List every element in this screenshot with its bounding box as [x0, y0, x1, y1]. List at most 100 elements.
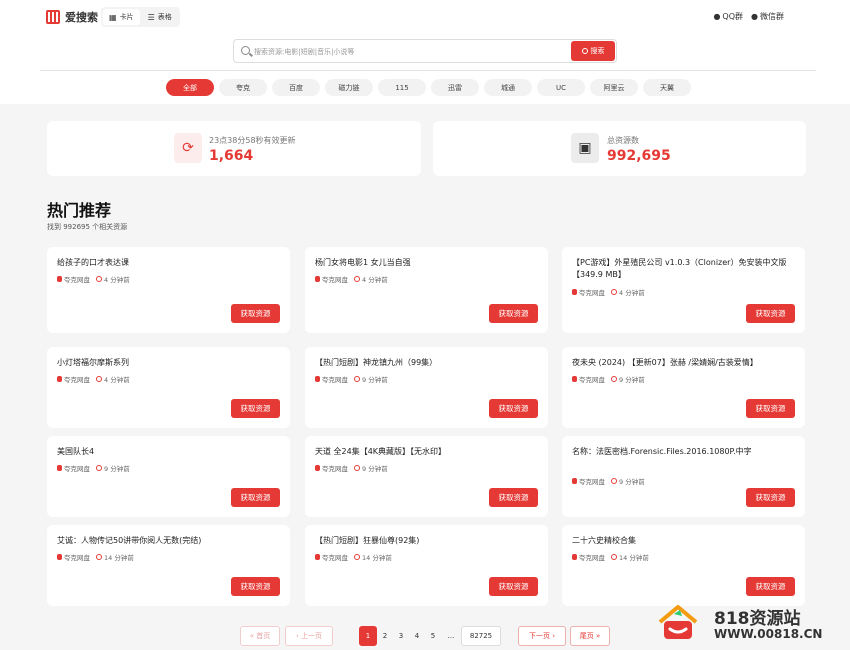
resource-title[interactable]: 艾诚：人物传记50讲带你阅人无数(完结) [57, 535, 282, 547]
view-toggle: ▦ 卡片 ☰ 表格 [101, 7, 180, 27]
page-3[interactable]: 3 [393, 626, 409, 646]
resource-source-label: 夸克网盘 [322, 554, 348, 562]
get-resource-button[interactable]: 获取资源 [231, 399, 280, 418]
wechat-group-label: 微信群 [760, 12, 784, 21]
resource-time-label: 9 分钟前 [619, 478, 645, 486]
resource-card: 杨门女将电影1 女儿当自强夸克网盘 4 分钟前获取资源 [305, 247, 548, 333]
clock-icon [611, 554, 617, 560]
resource-title[interactable]: 小灯塔福尔摩斯系列 [57, 357, 282, 369]
resource-source: 夸克网盘 [57, 374, 90, 384]
view-table-label: 表格 [157, 13, 172, 21]
resource-time: 4 分钟前 [96, 274, 130, 284]
resource-source-label: 夸克网盘 [322, 276, 348, 284]
filter-chengtong[interactable]: 城通 [484, 79, 532, 96]
get-resource-button[interactable]: 获取资源 [489, 577, 538, 596]
page-4[interactable]: 4 [409, 626, 425, 646]
resource-time-label: 4 分钟前 [104, 276, 130, 284]
wechat-group-link[interactable]: ● 微信群 [751, 11, 784, 22]
filter-115[interactable]: 115 [378, 79, 426, 96]
filter-all[interactable]: 全部 [166, 79, 214, 96]
clock-icon [96, 276, 102, 282]
filter-tianyi[interactable]: 天翼 [643, 79, 691, 96]
resource-time-label: 4 分钟前 [104, 376, 130, 384]
resource-title[interactable]: 【热门短剧】狂暴仙尊(92集) [315, 535, 540, 547]
search-box: 搜索 [233, 39, 617, 63]
page-1[interactable]: 1 [359, 626, 377, 646]
page-5[interactable]: 5 [425, 626, 441, 646]
clock-icon [354, 376, 360, 382]
database-icon [572, 376, 577, 382]
page-prev-button[interactable]: ‹ 上一页 [285, 626, 333, 646]
resource-time-label: 9 分钟前 [104, 465, 130, 473]
resource-source-label: 夸克网盘 [64, 554, 90, 562]
search-button[interactable]: 搜索 [571, 41, 615, 61]
view-table-button[interactable]: ☰ 表格 [142, 9, 178, 25]
resource-title[interactable]: 美国队长4 [57, 446, 282, 458]
resource-time: 9 分钟前 [96, 463, 130, 473]
resource-source: 夸克网盘 [57, 463, 90, 473]
resource-time: 4 分钟前 [611, 287, 645, 297]
stat-total-label: 总资源数 [607, 136, 639, 145]
resource-title[interactable]: 天道 全24集【4K典藏版】【无水印】 [315, 446, 540, 458]
resource-title[interactable]: 给孩子的口才表达课 [57, 257, 282, 269]
get-resource-button[interactable]: 获取资源 [746, 488, 795, 507]
page-last-button[interactable]: 尾页 » [570, 626, 610, 646]
filter-xunlei[interactable]: 迅雷 [431, 79, 479, 96]
get-resource-button[interactable]: 获取资源 [231, 304, 280, 323]
resource-card: 夜未央 (2024) 【更新07】张赫 /梁婧娴/古装爱情】 夸克网盘 9 分钟前获… [562, 347, 805, 428]
resource-card: 【热门短剧】狂暴仙尊(92集) 夸克网盘 14 分钟前获取资源 [305, 525, 548, 606]
get-resource-button[interactable]: 获取资源 [746, 399, 795, 418]
clock-icon [96, 554, 102, 560]
page-2[interactable]: 2 [377, 626, 393, 646]
resource-meta: 夸克网盘 9 分钟前 [572, 476, 645, 486]
qq-group-link[interactable]: ● QQ群 [713, 11, 743, 22]
resource-source: 夸克网盘 [315, 463, 348, 473]
filter-baidu[interactable]: 百度 [272, 79, 320, 96]
resource-card: 天道 全24集【4K典藏版】【无水印】 夸克网盘 9 分钟前获取资源 [305, 436, 548, 517]
page-next-button[interactable]: 下一页 › [518, 626, 566, 646]
get-resource-button[interactable]: 获取资源 [489, 304, 538, 323]
filter-aliyun[interactable]: 阿里云 [590, 79, 638, 96]
page-last-number[interactable]: 82725 [461, 626, 501, 646]
get-resource-button[interactable]: 获取资源 [489, 488, 538, 507]
search-input[interactable] [254, 43, 564, 60]
resource-title[interactable]: 名称：法医密档.Forensic.Files.2016.1080P.中字 [572, 446, 797, 458]
clock-icon [611, 478, 617, 484]
list-icon: ☰ [147, 12, 155, 22]
search-icon [241, 46, 250, 55]
database-icon [57, 276, 62, 282]
database-icon [315, 376, 320, 382]
view-card-button[interactable]: ▦ 卡片 [103, 9, 140, 25]
get-resource-button[interactable]: 获取资源 [746, 577, 795, 596]
resource-time: 4 分钟前 [354, 274, 388, 284]
database-icon [315, 276, 320, 282]
pagination: « 首页 ‹ 上一页 1 2 3 4 5 ... 82725 下一页 › 尾页 … [240, 626, 610, 646]
database-icon [572, 289, 577, 295]
resource-meta: 夸克网盘 9 分钟前 [315, 463, 388, 473]
house-logo-icon [658, 605, 698, 639]
resource-title[interactable]: 【PC游戏】外星殖民公司 v1.0.3（Clonizer）免安装中文版【349.… [572, 257, 797, 281]
clock-icon [96, 465, 102, 471]
resource-title[interactable]: 【热门短剧】神龙镇九州（99集） [315, 357, 540, 369]
filter-magnet[interactable]: 磁力链 [325, 79, 373, 96]
view-card-label: 卡片 [119, 13, 134, 21]
get-resource-button[interactable]: 获取资源 [231, 577, 280, 596]
resource-meta: 夸克网盘 4 分钟前 [57, 274, 130, 284]
resource-source: 夸克网盘 [315, 274, 348, 284]
site-logo[interactable]: 爱搜索 [46, 9, 98, 25]
resource-title[interactable]: 二十六史精校合集 [572, 535, 797, 547]
get-resource-button[interactable]: 获取资源 [489, 399, 538, 418]
resource-meta: 夸克网盘 14 分钟前 [57, 552, 134, 562]
resource-title[interactable]: 夜未央 (2024) 【更新07】张赫 /梁婧娴/古装爱情】 [572, 357, 797, 369]
filter-uc[interactable]: UC [537, 79, 585, 96]
filter-quark[interactable]: 夸克 [219, 79, 267, 96]
resource-time-label: 14 分钟前 [362, 554, 392, 562]
resource-title[interactable]: 杨门女将电影1 女儿当自强 [315, 257, 540, 269]
resource-meta: 夸克网盘 14 分钟前 [315, 552, 392, 562]
get-resource-button[interactable]: 获取资源 [231, 488, 280, 507]
resource-card: 美国队长4 夸克网盘 9 分钟前获取资源 [47, 436, 290, 517]
get-resource-button[interactable]: 获取资源 [746, 304, 795, 323]
page-first-button[interactable]: « 首页 [240, 626, 280, 646]
top-links: ● QQ群 ● 微信群 [713, 11, 784, 22]
resource-source: 夸克网盘 [572, 476, 605, 486]
